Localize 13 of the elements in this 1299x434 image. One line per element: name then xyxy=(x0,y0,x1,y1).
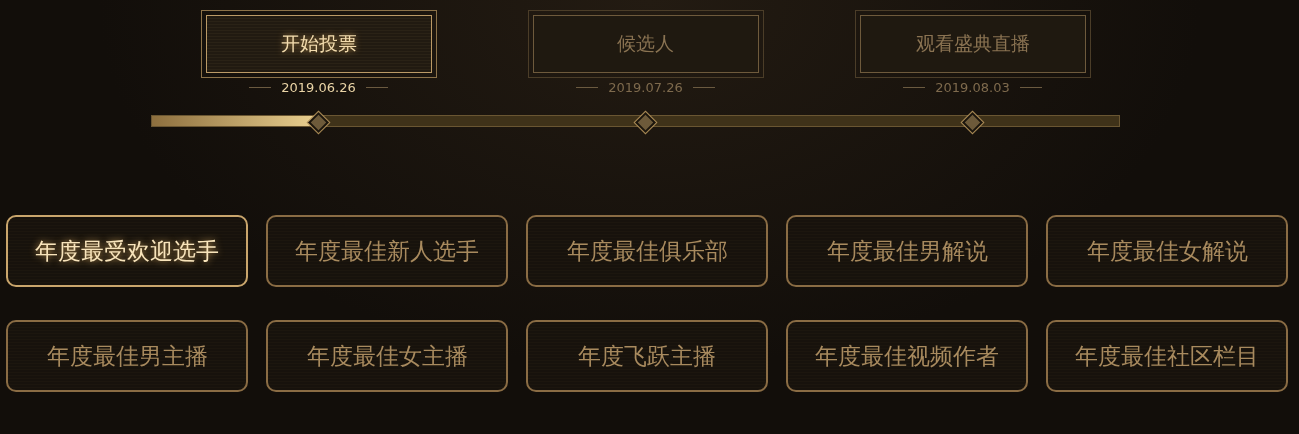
stage-date: 2019.08.03 xyxy=(935,80,1010,95)
award-category-button[interactable]: 年度最佳俱乐部 xyxy=(526,215,768,287)
award-category-button[interactable]: 年度最佳女解说 xyxy=(1046,215,1288,287)
award-category-button[interactable]: 年度最佳女主播 xyxy=(266,320,508,392)
award-category-button[interactable]: 年度最佳视频作者 xyxy=(786,320,1028,392)
award-category-button[interactable]: 年度最受欢迎选手 xyxy=(6,215,248,287)
stage-date: 2019.06.26 xyxy=(281,80,356,95)
award-category-button[interactable]: 年度飞跃主播 xyxy=(526,320,768,392)
stage-date: 2019.07.26 xyxy=(608,80,683,95)
award-category-button[interactable]: 年度最佳男解说 xyxy=(786,215,1028,287)
award-category-button[interactable]: 年度最佳男主播 xyxy=(6,320,248,392)
award-category-button[interactable]: 年度最佳新人选手 xyxy=(266,215,508,287)
award-category-button[interactable]: 年度最佳社区栏目 xyxy=(1046,320,1288,392)
